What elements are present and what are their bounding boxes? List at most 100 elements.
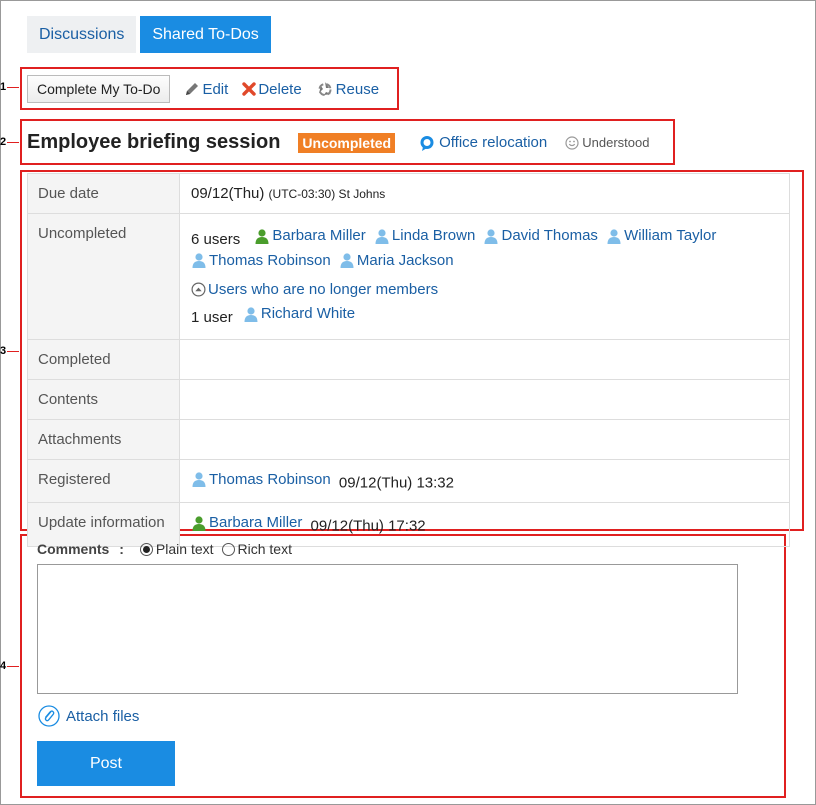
table-row: Uncompleted 6 users Barbara Miller Linda… [27, 213, 790, 340]
complete-my-todo-button[interactable]: Complete My To-Do [27, 75, 171, 103]
annotation-marker-3: 3 [0, 345, 20, 357]
post-button[interactable]: Post [37, 741, 175, 786]
former-members-label: Users who are no longer members [208, 281, 439, 298]
category-label: Office relocation [439, 134, 548, 151]
delete-link[interactable]: Delete [242, 80, 302, 98]
user-icon-green [254, 228, 270, 244]
due-date-label: Due date [27, 173, 180, 214]
attachments-value [179, 418, 790, 460]
former-users-line: 1 user Richard White [191, 303, 778, 328]
uncompleted-users-line: 6 users Barbara Miller Linda Brown David… [191, 225, 778, 274]
recycle-icon [316, 80, 334, 98]
registered-time: 09/12(Thu) 13:32 [338, 474, 454, 491]
user-link[interactable]: David Thomas [483, 225, 598, 246]
paperclip-icon [38, 705, 60, 727]
comment-textarea[interactable] [37, 564, 738, 694]
registered-value: Thomas Robinson 09/12(Thu) 13:32 [179, 458, 790, 503]
radio-selected-icon [139, 542, 153, 556]
due-date-value: 09/12(Thu) (UTC-03:30) St Johns [179, 173, 790, 214]
user-name: Linda Brown [391, 227, 476, 244]
user-link[interactable]: Barbara Miller [191, 514, 302, 531]
tab-shared-todos[interactable]: Shared To-Dos [140, 16, 271, 53]
understood-label: Understood [582, 135, 650, 150]
app-tabs: Discussions Shared To-Dos [27, 16, 271, 53]
delete-label: Delete [258, 80, 302, 98]
user-name: Richard White [260, 305, 356, 322]
todo-title-bar: Employee briefing session Uncompleted Of… [27, 131, 649, 154]
plain-text-radio[interactable]: Plain text [139, 541, 214, 557]
edit-link[interactable]: Edit [184, 81, 228, 98]
contents-value [179, 378, 790, 420]
comments-label: Comments : [37, 541, 124, 557]
contents-label: Contents [27, 378, 180, 420]
user-icon [374, 228, 390, 244]
collapse-icon [191, 282, 206, 297]
table-row: Completed [27, 338, 790, 380]
rich-text-radio[interactable]: Rich text [221, 541, 292, 557]
former-members-line: Users who are no longer members [191, 279, 778, 303]
attach-files-link[interactable]: Attach files [38, 705, 139, 727]
annotation-marker-4: 4 [0, 660, 20, 672]
user-link[interactable]: William Taylor [606, 225, 716, 246]
user-icon [483, 228, 499, 244]
delete-x-icon [242, 82, 257, 96]
registered-label: Registered [27, 458, 180, 503]
completed-value [179, 338, 790, 380]
user-name: Barbara Miller [209, 514, 303, 531]
attach-files-label: Attach files [66, 707, 140, 725]
user-icon [191, 252, 207, 268]
user-name: Maria Jackson [356, 251, 454, 269]
user-name: Barbara Miller [272, 227, 366, 244]
table-row: Due date 09/12(Thu) (UTC-03:30) St Johns [27, 173, 790, 214]
update-info-value: Barbara Miller 09/12(Thu) 17:32 [179, 502, 790, 547]
annotation-marker-2: 2 [0, 136, 20, 148]
smiley-icon [565, 135, 579, 150]
user-link[interactable]: Barbara Miller [254, 225, 366, 246]
todo-toolbar: Complete My To-Do Edit Delete Reuse [27, 75, 379, 103]
former-count: 1 user [191, 308, 233, 326]
user-name: Thomas Robinson [209, 251, 331, 269]
status-badge: Uncompleted [298, 132, 396, 153]
user-icon [191, 471, 207, 487]
user-link[interactable]: Linda Brown [374, 225, 475, 246]
user-link[interactable]: Thomas Robinson [191, 250, 331, 271]
due-date-timezone: (UTC-03:30) St Johns [268, 187, 386, 201]
understood-link[interactable]: Understood [565, 135, 649, 150]
speech-bubble-icon [419, 135, 435, 151]
uncompleted-count: 6 users [191, 230, 241, 248]
user-link[interactable]: Thomas Robinson [191, 471, 331, 488]
pencil-icon [184, 81, 200, 97]
radio-unselected-icon [221, 542, 235, 556]
uncompleted-label: Uncompleted [27, 213, 180, 340]
user-icon [606, 228, 622, 244]
rich-text-label: Rich text [237, 541, 292, 557]
tab-discussions[interactable]: Discussions [27, 16, 137, 53]
reuse-link[interactable]: Reuse [316, 80, 379, 98]
user-name: William Taylor [624, 227, 717, 244]
uncompleted-value: 6 users Barbara Miller Linda Brown David… [179, 213, 790, 340]
update-info-label: Update information [27, 502, 180, 547]
user-icon-green [191, 515, 207, 531]
user-icon [339, 252, 355, 268]
edit-label: Edit [202, 80, 229, 98]
user-link[interactable]: Richard White [243, 303, 355, 324]
table-row: Registered Thomas Robinson 09/12(Thu) 13… [27, 458, 790, 503]
update-time: 09/12(Thu) 17:32 [310, 517, 426, 535]
due-date-text: 09/12(Thu) [191, 185, 265, 202]
user-name: Thomas Robinson [209, 470, 331, 488]
attachments-label: Attachments [27, 418, 180, 460]
user-name: David Thomas [501, 227, 598, 244]
todo-details-table: Due date 09/12(Thu) (UTC-03:30) St Johns… [27, 173, 790, 547]
todo-title: Employee briefing session [27, 131, 281, 153]
table-row: Attachments [27, 418, 790, 460]
completed-label: Completed [27, 338, 180, 380]
user-icon [243, 306, 259, 322]
user-link[interactable]: Maria Jackson [339, 250, 454, 271]
plain-text-label: Plain text [155, 541, 214, 557]
table-row: Update information Barbara Miller 09/12(… [27, 502, 790, 547]
table-row: Contents [27, 378, 790, 420]
reuse-label: Reuse [335, 80, 380, 98]
category-link[interactable]: Office relocation [419, 134, 547, 151]
annotation-marker-1: 1 [0, 81, 20, 93]
former-members-toggle[interactable]: Users who are no longer members [191, 279, 438, 300]
